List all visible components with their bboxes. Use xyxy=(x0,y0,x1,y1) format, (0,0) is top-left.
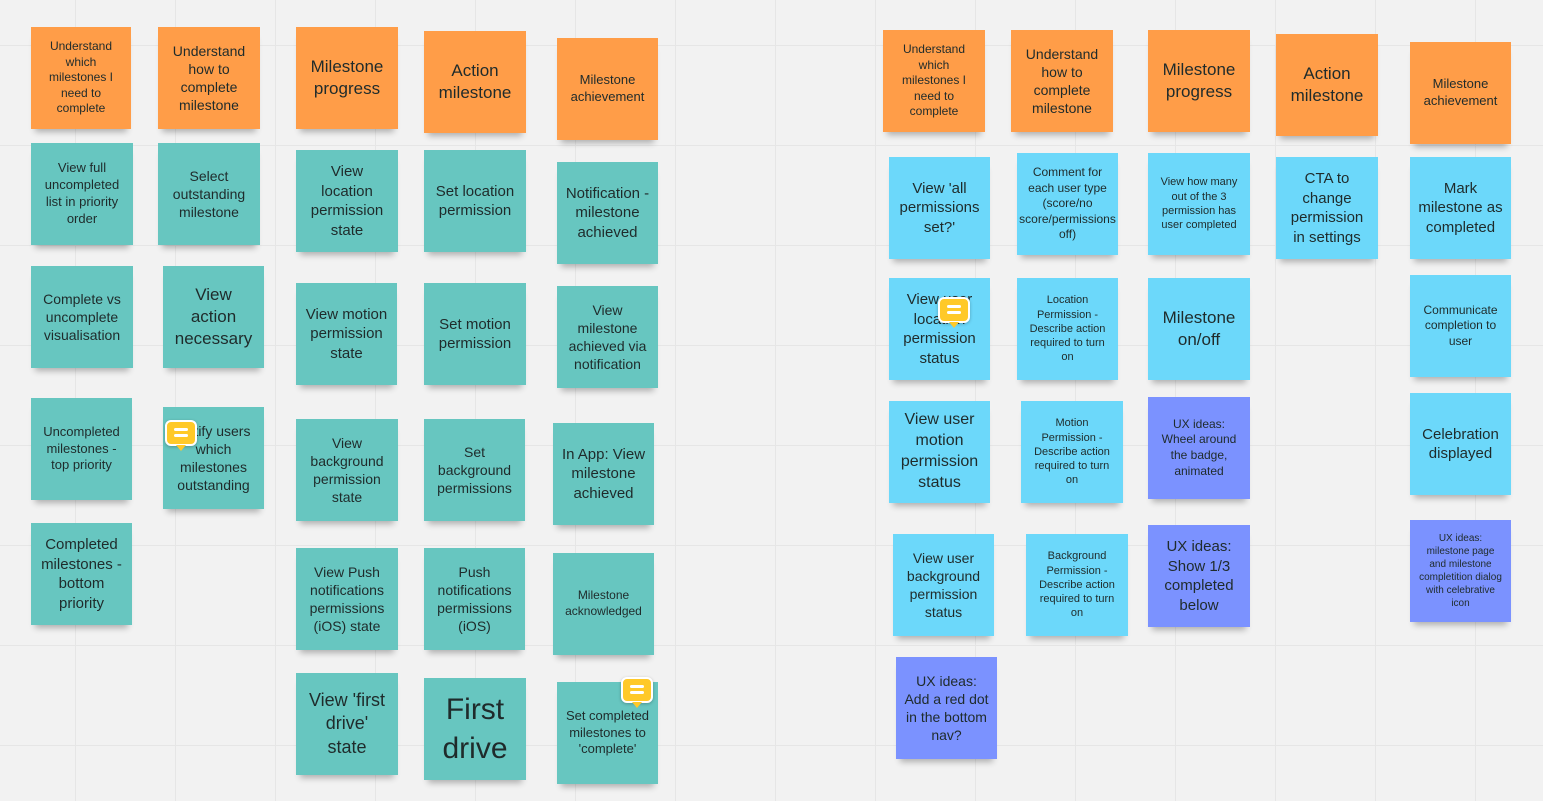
sticky-note[interactable]: View user location permission status xyxy=(889,278,990,380)
sticky-note[interactable]: First drive xyxy=(424,678,526,780)
sticky-note[interactable]: Notification - milestone achieved xyxy=(557,162,658,264)
sticky-note[interactable]: Uncompleted milestones - top priority xyxy=(31,398,132,500)
sticky-note-text: Milestone achievement xyxy=(1423,76,1498,108)
sticky-note-text: Motion Permission - Describe action requ… xyxy=(1034,417,1110,487)
sticky-note[interactable]: Mark milestone as completed xyxy=(1410,157,1511,259)
sticky-note-text: In App: View milestone achieved xyxy=(561,445,646,502)
sticky-note-text: View Push notifications permissions (iOS… xyxy=(309,563,385,635)
sticky-note-text: Notification - milestone achieved xyxy=(565,184,650,241)
sticky-note-text: Milestone on/off xyxy=(1162,307,1236,349)
sticky-note-text: Completed milestones - bottom priority xyxy=(41,536,122,612)
sticky-note-text: View full uncompleted list in priority o… xyxy=(44,160,120,226)
sticky-note-text: UX ideas: Wheel around the badge, animat… xyxy=(1161,416,1237,478)
sticky-note[interactable]: View milestone achieved via notification xyxy=(557,286,658,388)
sticky-note[interactable]: Action milestone xyxy=(1276,34,1378,136)
sticky-note[interactable]: Milestone achievement xyxy=(1410,42,1511,144)
sticky-note-text: Understand how to complete milestone xyxy=(172,42,246,114)
sticky-note-text: Understand which milestones I need to co… xyxy=(48,39,114,116)
sticky-note[interactable]: Comment for each user type (score/no sco… xyxy=(1017,153,1118,255)
sticky-note[interactable]: View background permission state xyxy=(296,419,398,521)
sticky-note[interactable]: Complete vs uncomplete visualisation xyxy=(31,266,133,368)
sticky-note[interactable]: Push notifications permissions (iOS) xyxy=(424,548,525,650)
sticky-note[interactable]: Communicate completion to user xyxy=(1410,275,1511,377)
sticky-note-text: Uncompleted milestones - top priority xyxy=(43,423,120,473)
sticky-note[interactable]: Set motion permission xyxy=(424,283,526,385)
sticky-note-text: View how many out of the 3 permission ha… xyxy=(1160,176,1238,232)
sticky-note[interactable]: UX ideas: Show 1/3 completed below xyxy=(1148,525,1250,627)
comment-icon[interactable] xyxy=(938,297,970,328)
sticky-note-text: View 'first drive' state xyxy=(308,689,386,757)
sticky-note-text: Push notifications permissions (iOS) xyxy=(437,563,512,635)
sticky-note-text: View action necessary xyxy=(174,284,253,349)
sticky-note[interactable]: Set background permissions xyxy=(424,419,525,521)
sticky-note[interactable]: Background Permission - Describe action … xyxy=(1026,534,1128,636)
sticky-note-text: Background Permission - Describe action … xyxy=(1039,550,1115,620)
sticky-note[interactable]: Understand how to complete milestone xyxy=(1011,30,1113,132)
sticky-note[interactable]: Milestone on/off xyxy=(1148,278,1250,380)
sticky-note[interactable]: UX ideas: milestone page and milestone c… xyxy=(1410,520,1511,622)
sticky-note-text: Milestone acknowledged xyxy=(565,588,642,618)
sticky-note-text: Complete vs uncomplete visualisation xyxy=(43,290,121,344)
sticky-note[interactable]: View motion permission state xyxy=(296,283,397,385)
sticky-note-text: View location permission state xyxy=(310,163,384,239)
sticky-note-text: UX ideas: milestone page and milestone c… xyxy=(1419,533,1502,609)
sticky-note-text: Celebration displayed xyxy=(1422,425,1499,463)
sticky-note-text: View 'all permissions set?' xyxy=(899,179,980,236)
sticky-note[interactable]: View 'first drive' state xyxy=(296,673,398,775)
sticky-note[interactable]: Milestone progress xyxy=(296,27,398,129)
sticky-note-text: Action milestone xyxy=(1290,63,1364,105)
sticky-note[interactable]: In App: View milestone achieved xyxy=(553,423,654,525)
sticky-note[interactable]: Understand how to complete milestone xyxy=(158,27,260,129)
sticky-note-text: Action milestone xyxy=(438,60,512,102)
sticky-note[interactable]: View how many out of the 3 permission ha… xyxy=(1148,153,1250,255)
sticky-note-text: UX ideas: Add a red dot in the bottom na… xyxy=(904,672,989,744)
sticky-note-text: First drive xyxy=(442,693,508,765)
sticky-note-text: View milestone achieved via notification xyxy=(568,301,647,373)
sticky-note-text: Set location permission xyxy=(435,182,515,220)
sticky-note[interactable]: View user motion permission status xyxy=(889,401,990,503)
sticky-note-text: Milestone progress xyxy=(1162,59,1236,101)
sticky-note-text: View motion permission state xyxy=(305,305,388,362)
sticky-note-text: View user motion permission status xyxy=(900,411,979,491)
sticky-note[interactable]: Motion Permission - Describe action requ… xyxy=(1021,401,1123,503)
sticky-note[interactable]: View user background permission status xyxy=(893,534,994,636)
sticky-note-text: Set motion permission xyxy=(438,315,512,353)
sticky-note-text: Mark milestone as completed xyxy=(1418,179,1503,236)
sticky-note[interactable]: Location Permission - Describe action re… xyxy=(1017,278,1118,380)
sticky-note-text: Communicate completion to user xyxy=(1423,302,1498,348)
sticky-note-text: Set completed milestones to 'complete' xyxy=(565,707,650,757)
sticky-note[interactable]: View 'all permissions set?' xyxy=(889,157,990,259)
comment-icon[interactable] xyxy=(165,420,197,451)
sticky-note[interactable]: Milestone achievement xyxy=(557,38,658,140)
sticky-note-text: Milestone achievement xyxy=(570,72,645,104)
sticky-note[interactable]: UX ideas: Add a red dot in the bottom na… xyxy=(896,657,997,759)
sticky-note[interactable]: Completed milestones - bottom priority xyxy=(31,523,132,625)
sticky-note[interactable]: Understand which milestones I need to co… xyxy=(883,30,985,132)
sticky-note[interactable]: Set location permission xyxy=(424,150,526,252)
sticky-note-text: Understand how to complete milestone xyxy=(1025,45,1099,117)
sticky-note[interactable]: Select outstanding milestone xyxy=(158,143,260,245)
sticky-note[interactable]: View action necessary xyxy=(163,266,264,368)
sticky-note[interactable]: View Push notifications permissions (iOS… xyxy=(296,548,398,650)
sticky-note[interactable]: UX ideas: Wheel around the badge, animat… xyxy=(1148,397,1250,499)
sticky-note-text: View background permission state xyxy=(310,434,384,506)
sticky-note[interactable]: Milestone progress xyxy=(1148,30,1250,132)
sticky-note[interactable]: Milestone acknowledged xyxy=(553,553,654,655)
sticky-note-text: CTA to change permission in settings xyxy=(1290,170,1364,246)
sticky-note[interactable]: Understand which milestones I need to co… xyxy=(31,27,131,129)
sticky-note-text: Location Permission - Describe action re… xyxy=(1029,294,1106,364)
sticky-note[interactable]: Action milestone xyxy=(424,31,526,133)
sticky-note-text: View user background permission status xyxy=(906,549,981,621)
comment-icon[interactable] xyxy=(621,677,653,708)
sticky-note-text: Set background permissions xyxy=(437,443,512,497)
sticky-note-text: Comment for each user type (score/no sco… xyxy=(1019,165,1116,242)
sticky-note[interactable]: Celebration displayed xyxy=(1410,393,1511,495)
sticky-note-text: Milestone progress xyxy=(310,56,384,98)
sticky-note-text: Select outstanding milestone xyxy=(172,167,246,221)
sticky-note[interactable]: View full uncompleted list in priority o… xyxy=(31,143,133,245)
sticky-note-text: Understand which milestones I need to co… xyxy=(901,42,967,119)
sticky-note-text: UX ideas: Show 1/3 completed below xyxy=(1164,538,1234,614)
sticky-note[interactable]: View location permission state xyxy=(296,150,398,252)
sticky-note[interactable]: CTA to change permission in settings xyxy=(1276,157,1378,259)
